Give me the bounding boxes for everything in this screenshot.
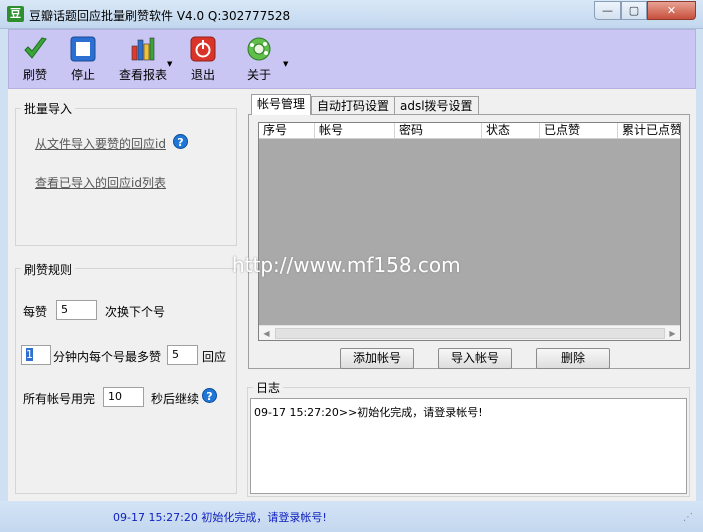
status-bar: 09-17 15:27:20 初始化完成，请登录帐号! <box>0 501 703 532</box>
view-report-button[interactable]: 查看报表 ▼ <box>113 36 173 86</box>
exit-button[interactable]: 退出 <box>181 36 225 86</box>
column-header-password[interactable]: 密码 <box>395 123 482 138</box>
about-button-label: 关于 <box>246 68 271 82</box>
stop-button-label: 停止 <box>70 68 95 82</box>
stop-button[interactable]: 停止 <box>61 36 105 86</box>
view-report-button-label: 查看报表 <box>118 68 167 82</box>
log-title: 日志 <box>253 379 284 396</box>
bar-chart-icon <box>131 37 155 61</box>
import-ids-link[interactable]: 从文件导入要赞的回应id <box>35 135 166 152</box>
scroll-right-icon[interactable]: ▶ <box>665 326 680 341</box>
import-account-button[interactable]: 导入帐号 <box>438 348 512 369</box>
column-header-index[interactable]: 序号 <box>259 123 315 138</box>
seconds-continue-label: 秒后继续 <box>151 392 200 406</box>
window-title: 豆瓣话题回应批量刷赞软件 V4.0 Q:302777528 <box>29 9 291 23</box>
log-entry: 09-17 15:27:20>>初始化完成，请登录帐号! <box>254 406 483 419</box>
chevron-down-icon[interactable]: ▼ <box>167 60 172 68</box>
account-table[interactable]: 序号 帐号 密码 状态 已点赞 累计已点赞 ◀ ▶ <box>258 122 681 341</box>
minimize-button[interactable]: — <box>594 1 621 20</box>
exit-button-label: 退出 <box>190 68 215 82</box>
tab-auto-captcha[interactable]: 自动打码设置 <box>311 96 396 115</box>
horizontal-scrollbar[interactable]: ◀ ▶ <box>259 325 680 340</box>
like-rules-title: 刷赞规则 <box>21 261 76 278</box>
switch-account-label: 次换下个号 <box>105 305 166 319</box>
chevron-down-icon[interactable]: ▼ <box>283 60 288 68</box>
resize-grip-icon[interactable]: ⋰ <box>683 512 693 523</box>
column-header-status[interactable]: 状态 <box>482 123 540 138</box>
column-header-account[interactable]: 帐号 <box>315 123 395 138</box>
help-icon[interactable]: ? <box>202 388 217 403</box>
like-rules-group <box>15 268 237 494</box>
minutes-input[interactable]: 1 <box>21 345 51 365</box>
wait-seconds-input[interactable]: 10 <box>103 387 144 407</box>
max-likes-input[interactable]: 5 <box>167 345 198 365</box>
app-icon: 豆 <box>7 6 24 22</box>
like-button-label: 刷赞 <box>22 68 47 82</box>
maximize-button[interactable]: ▢ <box>621 1 647 20</box>
log-textbox[interactable]: 09-17 15:27:20>>初始化完成，请登录帐号! <box>250 398 687 494</box>
close-button[interactable]: ✕ <box>647 1 696 20</box>
tab-account-management[interactable]: 帐号管理 <box>251 94 312 115</box>
about-button[interactable]: 关于 ▼ <box>237 36 288 86</box>
per-like-label: 每赞 <box>23 305 48 319</box>
batch-import-title: 批量导入 <box>21 100 76 117</box>
like-button[interactable]: 刷赞 <box>13 36 57 86</box>
table-header: 序号 帐号 密码 状态 已点赞 累计已点赞 <box>259 123 680 139</box>
view-ids-link[interactable]: 查看已导入的回应id列表 <box>35 174 166 191</box>
add-account-button[interactable]: 添加帐号 <box>340 348 414 369</box>
delete-button[interactable]: 删除 <box>536 348 610 369</box>
tab-adsl-dialup[interactable]: adsl拨号设置 <box>394 96 479 115</box>
status-message: 09-17 15:27:20 初始化完成，请登录帐号! <box>113 511 327 524</box>
max-likes-per-minute-label: 分钟内每个号最多赞 <box>53 350 162 364</box>
column-header-total-liked[interactable]: 累计已点赞 <box>618 123 680 138</box>
help-icon[interactable]: ? <box>173 134 188 149</box>
all-accounts-used-label: 所有帐号用完 <box>23 392 96 406</box>
gear-globe-icon <box>247 37 271 61</box>
likes-per-account-input[interactable]: 5 <box>56 300 97 320</box>
scroll-left-icon[interactable]: ◀ <box>259 326 274 341</box>
checkmark-icon <box>24 37 47 59</box>
reply-label: 回应 <box>202 350 227 364</box>
title-bar: 豆 豆瓣话题回应批量刷赞软件 V4.0 Q:302777528 — ▢ ✕ <box>0 0 703 29</box>
stop-icon <box>70 36 96 62</box>
scrollbar-thumb[interactable] <box>275 328 665 339</box>
toolbar: 刷赞 停止 查看报表 ▼ 退出 关于 ▼ <box>8 29 696 89</box>
column-header-liked[interactable]: 已点赞 <box>540 123 618 138</box>
watermark-text: http://www.mf158.com <box>232 253 461 277</box>
power-icon <box>190 36 216 62</box>
